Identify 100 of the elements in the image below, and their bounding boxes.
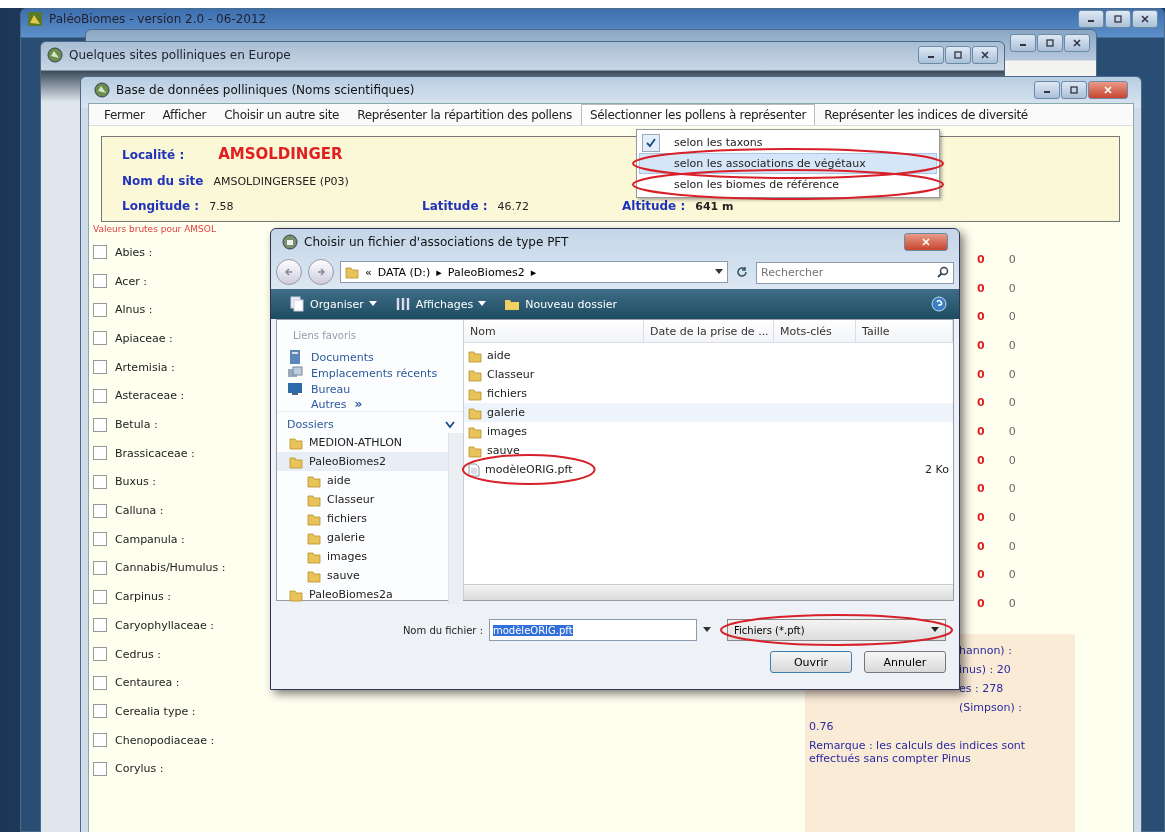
checkbox[interactable] bbox=[93, 675, 107, 690]
column-header[interactable]: Mots-clés bbox=[774, 320, 856, 342]
maximize-button[interactable] bbox=[1061, 81, 1087, 99]
checkbox[interactable] bbox=[93, 302, 107, 317]
menu-item[interactable]: Fermer bbox=[95, 104, 154, 126]
file-row[interactable]: fichiers bbox=[464, 384, 953, 403]
file-type-dropdown[interactable]: Fichiers (*.pft) bbox=[727, 619, 946, 641]
tree-item[interactable]: galerie bbox=[277, 528, 448, 547]
file-row[interactable]: sauve bbox=[464, 441, 953, 460]
favorite-link[interactable]: Bureau bbox=[277, 381, 463, 397]
tree-item[interactable]: sauve bbox=[277, 566, 448, 585]
close-button[interactable] bbox=[1064, 34, 1090, 52]
minimize-button[interactable] bbox=[1034, 81, 1060, 99]
refresh-button[interactable] bbox=[734, 266, 750, 278]
column-header[interactable]: Taille bbox=[856, 320, 953, 342]
filename-field[interactable]: modèleORIG.pft bbox=[489, 619, 697, 641]
column-header[interactable]: Nom bbox=[464, 320, 644, 342]
tree-item[interactable]: Classeur bbox=[277, 490, 448, 509]
file-row[interactable]: images bbox=[464, 422, 953, 441]
file-row[interactable]: Classeur bbox=[464, 365, 953, 384]
breadcrumb-item[interactable]: « bbox=[365, 265, 372, 279]
address-bar[interactable]: « DATA (D:) ▸ PaleoBiomes2 ▸ bbox=[340, 261, 728, 283]
field-label: Nom du site bbox=[122, 174, 204, 189]
file-row[interactable]: modèleORIG.pft 2 Ko bbox=[464, 460, 953, 479]
maximize-button[interactable] bbox=[1105, 10, 1131, 28]
favorite-link[interactable]: Emplacements récents bbox=[277, 365, 463, 381]
file-row[interactable]: aide bbox=[464, 346, 953, 365]
toolbar-button[interactable]: Affichages bbox=[388, 296, 493, 312]
close-button[interactable] bbox=[1132, 10, 1158, 28]
file-row[interactable]: galerie bbox=[464, 403, 953, 422]
field-value: 46.72 bbox=[497, 200, 530, 214]
checkbox[interactable] bbox=[93, 331, 107, 346]
taxon-label: Cerealia type : bbox=[115, 704, 196, 718]
checkbox[interactable] bbox=[93, 733, 107, 748]
more-link[interactable]: Autres bbox=[311, 397, 347, 411]
favorite-link[interactable]: Documents bbox=[277, 349, 463, 365]
checkbox[interactable] bbox=[93, 245, 107, 260]
checkbox[interactable] bbox=[93, 618, 107, 633]
menu-item[interactable]: Représenter la répartition des pollens bbox=[348, 104, 581, 126]
caret-icon bbox=[478, 301, 487, 307]
toolbar-button[interactable]: Organiser bbox=[283, 296, 383, 312]
tree-item[interactable]: aide bbox=[277, 471, 448, 490]
menu-item[interactable]: Choisir un autre site bbox=[215, 104, 349, 126]
taxon-label: Carpinus : bbox=[115, 590, 171, 604]
checkbox[interactable] bbox=[93, 388, 107, 403]
section-caption: Valeurs brutes pour AMSOL bbox=[93, 224, 217, 237]
taxon-label: Campanula : bbox=[115, 532, 185, 546]
scrollbar[interactable] bbox=[464, 584, 953, 600]
menu-option[interactable]: selon les taxons bbox=[639, 132, 937, 153]
breadcrumb-item[interactable]: ▸ bbox=[530, 265, 537, 279]
minimize-button[interactable] bbox=[918, 46, 944, 64]
checkbox[interactable] bbox=[93, 560, 107, 575]
breadcrumb-item[interactable]: DATA (D:) bbox=[377, 265, 431, 279]
cancel-button[interactable]: Annuler bbox=[864, 651, 946, 673]
window-title: Quelques sites polliniques en Europe bbox=[69, 48, 291, 62]
search-field[interactable]: Rechercher bbox=[756, 261, 954, 284]
checkbox[interactable] bbox=[93, 761, 107, 776]
double-chevron[interactable]: » bbox=[354, 397, 363, 411]
checkbox[interactable] bbox=[93, 446, 107, 461]
checkbox[interactable] bbox=[93, 532, 107, 547]
forward-button[interactable] bbox=[308, 259, 334, 285]
close-icon bbox=[1073, 39, 1081, 47]
maximize-button[interactable] bbox=[1037, 34, 1063, 52]
breadcrumb-item[interactable]: PaleoBiomes2 bbox=[447, 265, 525, 279]
toolbar-button[interactable]: Nouveau dossier bbox=[498, 296, 624, 312]
index-text: hannon) : bbox=[958, 644, 1013, 657]
tree-item[interactable]: images bbox=[277, 547, 448, 566]
maximize-button[interactable] bbox=[945, 46, 971, 64]
checkbox[interactable] bbox=[93, 274, 107, 289]
menu-item[interactable]: Afficher bbox=[153, 104, 216, 126]
checkbox[interactable] bbox=[93, 360, 107, 375]
close-button[interactable] bbox=[972, 46, 998, 64]
tree-item[interactable]: fichiers bbox=[277, 509, 448, 528]
checkbox[interactable] bbox=[93, 647, 107, 662]
column-header[interactable]: Date de la prise de ... bbox=[644, 320, 774, 342]
count-value: 0 bbox=[977, 310, 985, 324]
checkbox[interactable] bbox=[93, 417, 107, 432]
menu-item[interactable]: Sélectionner les pollens à représenter bbox=[580, 104, 816, 126]
tree-item[interactable]: MEDION-ATHLON bbox=[277, 433, 448, 452]
count-value: 0 bbox=[1008, 310, 1016, 324]
file-name: aide bbox=[487, 349, 511, 362]
minimize-button[interactable] bbox=[1010, 34, 1036, 52]
folder-icon bbox=[345, 265, 359, 279]
count-value: 0 bbox=[977, 281, 985, 295]
breadcrumb-item[interactable]: ▸ bbox=[436, 265, 442, 279]
checkbox[interactable] bbox=[93, 474, 107, 489]
taxon-label: Apiaceae : bbox=[115, 331, 173, 345]
minimize-button[interactable] bbox=[1078, 10, 1104, 28]
back-button[interactable] bbox=[276, 259, 302, 285]
checkbox[interactable] bbox=[93, 503, 107, 518]
tree-item[interactable]: PaleoBiomes2 bbox=[277, 452, 448, 471]
search-icon bbox=[937, 266, 949, 278]
menu-option[interactable]: selon les biomes de référence bbox=[639, 174, 937, 195]
file-icon bbox=[468, 462, 480, 477]
menu-item[interactable]: Représenter les indices de diversité bbox=[815, 104, 1037, 126]
checkbox[interactable] bbox=[93, 704, 107, 719]
scrollbar[interactable] bbox=[448, 433, 463, 604]
open-button[interactable]: Ouvrir bbox=[770, 651, 852, 673]
tree-item[interactable]: PaleoBiomes2a bbox=[277, 585, 448, 604]
checkbox[interactable] bbox=[93, 589, 107, 604]
